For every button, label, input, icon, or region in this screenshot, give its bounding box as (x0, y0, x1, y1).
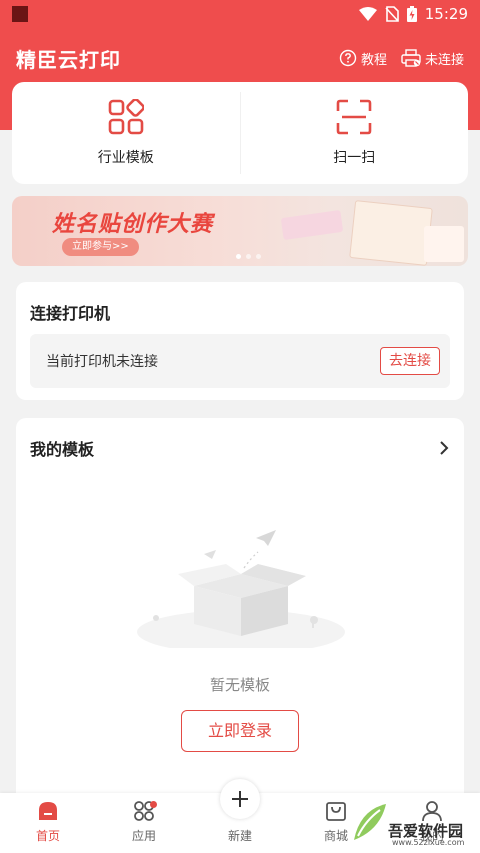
watermark: 吾爱软件园 www.52zixue.com (350, 800, 476, 850)
app-title: 精臣云打印 (16, 47, 121, 72)
help-icon (339, 49, 357, 67)
printer-status-text: 当前打印机未连接 (46, 354, 158, 370)
scan-button[interactable]: 扫一扫 (241, 82, 469, 184)
connection-status-label: 未连接 (424, 52, 464, 68)
printer-icon (401, 49, 421, 67)
scan-label: 扫一扫 (333, 150, 376, 166)
tutorial-button[interactable]: 教程 (339, 49, 387, 68)
connect-button[interactable]: 去连接 (380, 347, 440, 375)
tutorial-label: 教程 (360, 52, 387, 68)
industry-templates-label: 行业模板 (97, 150, 154, 166)
banner-dot (246, 254, 251, 259)
banner-dot (236, 254, 241, 259)
plus-icon (232, 791, 248, 807)
notification-dot (150, 801, 157, 808)
banner-join-button[interactable]: 立即参与>> (62, 238, 139, 256)
shop-bag-icon (326, 802, 346, 821)
status-bar: 15:29 (0, 0, 480, 28)
my-templates-header[interactable]: 我的模板 (30, 436, 450, 460)
quick-actions-card: 行业模板 扫一扫 (12, 82, 468, 184)
tab-apps-label: 应用 (131, 829, 156, 843)
empty-box-illustration (137, 530, 345, 648)
banner-label-graphic (349, 200, 433, 266)
battery-charging-icon (406, 6, 417, 22)
connect-printer-title: 连接打印机 (30, 304, 111, 323)
tab-shop-label: 商城 (323, 829, 348, 843)
notification-icon (12, 6, 28, 22)
industry-templates-button[interactable]: 行业模板 (12, 82, 240, 184)
banner-tape-graphic (280, 209, 344, 241)
banner-pagination (236, 254, 261, 259)
scan-icon (336, 99, 372, 135)
connect-printer-card: 连接打印机 当前打印机未连接 去连接 (16, 282, 464, 400)
banner-dot (256, 254, 261, 259)
app-bar: 精臣云打印 教程 未连接 (0, 40, 480, 76)
watermark-url: www.52zixue.com (392, 838, 465, 847)
my-templates-card: 我的模板 暂无模板 立即登录 (16, 418, 464, 818)
status-time: 15:29 (424, 5, 468, 23)
banner-title: 姓名贴创作大赛 (52, 212, 214, 237)
new-button[interactable] (220, 779, 260, 819)
watermark-logo-icon (354, 804, 386, 840)
template-grid-icon (108, 99, 144, 135)
empty-templates-text: 暂无模板 (209, 676, 270, 694)
tab-home[interactable]: 首页 (0, 793, 96, 853)
no-sim-icon (385, 6, 399, 22)
tab-home-label: 首页 (35, 829, 60, 843)
printer-connection-button[interactable]: 未连接 (401, 49, 464, 68)
tab-new-label: 新建 (227, 829, 252, 843)
login-button[interactable]: 立即登录 (181, 710, 299, 752)
my-templates-title: 我的模板 (30, 440, 95, 459)
home-icon (39, 802, 57, 820)
printer-status-row: 当前打印机未连接 去连接 (30, 334, 450, 388)
banner-sticker-graphic (424, 226, 464, 262)
wifi-icon (358, 7, 377, 21)
promo-banner[interactable]: 姓名贴创作大赛 立即参与>> (12, 196, 468, 266)
status-icons: 15:29 (358, 5, 468, 23)
chevron-right-icon[interactable] (438, 440, 450, 456)
tab-apps[interactable]: 应用 (96, 793, 192, 853)
tab-new[interactable]: 新建 (192, 779, 288, 853)
